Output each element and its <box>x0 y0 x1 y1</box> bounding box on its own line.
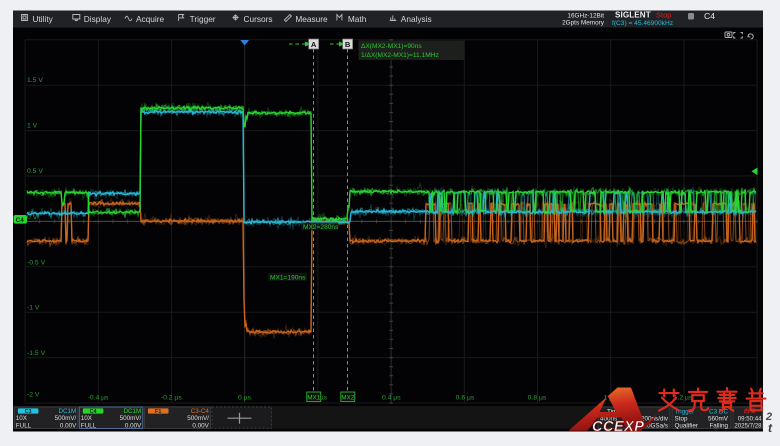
svg-text:Stop: Stop <box>656 11 671 20</box>
svg-text:B: B <box>345 40 351 49</box>
svg-text:1.5 V: 1.5 V <box>27 77 43 84</box>
svg-text:C3-C4: C3-C4 <box>191 408 210 415</box>
svg-text:-0.4 µs: -0.4 µs <box>88 395 110 402</box>
svg-text:500mV/: 500mV/ <box>120 415 142 422</box>
svg-text:DC1M: DC1M <box>58 408 76 415</box>
svg-text:A: A <box>311 40 317 49</box>
svg-text:Qualifier: Qualifier <box>675 422 698 429</box>
svg-text:Trigger: Trigger <box>190 14 216 24</box>
svg-text:MX1=190ns: MX1=190ns <box>270 275 306 282</box>
svg-text:Acquire: Acquire <box>136 14 165 24</box>
svg-text:C3 DC: C3 DC <box>709 409 728 416</box>
svg-text:MX2: MX2 <box>341 394 354 401</box>
svg-text:16GHz-12Bit: 16GHz-12Bit <box>567 13 604 20</box>
svg-text:F1: F1 <box>155 409 161 415</box>
svg-text:Falling: Falling <box>709 422 728 429</box>
svg-text:0.00V: 0.00V <box>125 422 142 429</box>
svg-text:f(C3) = 45.46900kHz: f(C3) = 45.46900kHz <box>612 20 673 27</box>
svg-text:DC1M: DC1M <box>123 408 141 415</box>
svg-text:FULL: FULL <box>81 422 97 429</box>
svg-text:0.8 µs: 0.8 µs <box>528 395 547 402</box>
svg-text:C4: C4 <box>90 409 97 415</box>
svg-text:500mV/: 500mV/ <box>187 415 209 422</box>
svg-text:0 µs: 0 µs <box>238 395 252 402</box>
svg-text:Analysis: Analysis <box>401 14 432 24</box>
svg-text:1/ΔX(MX2-MX1)=11.1MHz: 1/ΔX(MX2-MX1)=11.1MHz <box>361 52 439 59</box>
svg-text:2Gpts Memory: 2Gpts Memory <box>562 20 605 27</box>
svg-text:Math: Math <box>348 14 367 24</box>
svg-text:-0.5 V: -0.5 V <box>27 259 46 266</box>
svg-text:SIGLENT: SIGLENT <box>615 11 651 20</box>
svg-text:FULL: FULL <box>16 422 32 429</box>
svg-text:MX2=280ns: MX2=280ns <box>303 224 339 231</box>
svg-text:2025/7/28: 2025/7/28 <box>734 422 762 429</box>
svg-text:MX1: MX1 <box>307 394 320 401</box>
svg-text:500mV/: 500mV/ <box>55 415 77 422</box>
svg-text:C4: C4 <box>16 217 25 224</box>
svg-text:Measure: Measure <box>295 14 328 24</box>
svg-text:0.00V: 0.00V <box>60 422 77 429</box>
svg-text:-1.5 V: -1.5 V <box>27 350 46 357</box>
svg-text:Utility: Utility <box>33 14 54 24</box>
svg-text:-1 V: -1 V <box>27 305 40 312</box>
svg-text:0.5 V: 0.5 V <box>27 168 43 175</box>
svg-text:Cursors: Cursors <box>244 14 273 24</box>
svg-text:C4: C4 <box>704 11 715 21</box>
svg-text:-2 V: -2 V <box>27 392 40 399</box>
svg-text:C3: C3 <box>25 409 32 415</box>
svg-text:10X: 10X <box>81 415 93 422</box>
svg-text:0.00V: 0.00V <box>192 422 209 429</box>
svg-text:ΔX(MX2-MX1)=90ns: ΔX(MX2-MX1)=90ns <box>361 43 422 50</box>
svg-text:0.4 µs: 0.4 µs <box>382 395 401 402</box>
svg-text:10X: 10X <box>16 415 28 422</box>
svg-text:-0.2 µs: -0.2 µs <box>161 395 183 402</box>
svg-text:1 V: 1 V <box>27 123 38 130</box>
svg-text:Display: Display <box>84 14 112 24</box>
svg-text:0.6 µs: 0.6 µs <box>456 395 475 402</box>
svg-text:CCEXP: CCEXP <box>592 419 644 435</box>
